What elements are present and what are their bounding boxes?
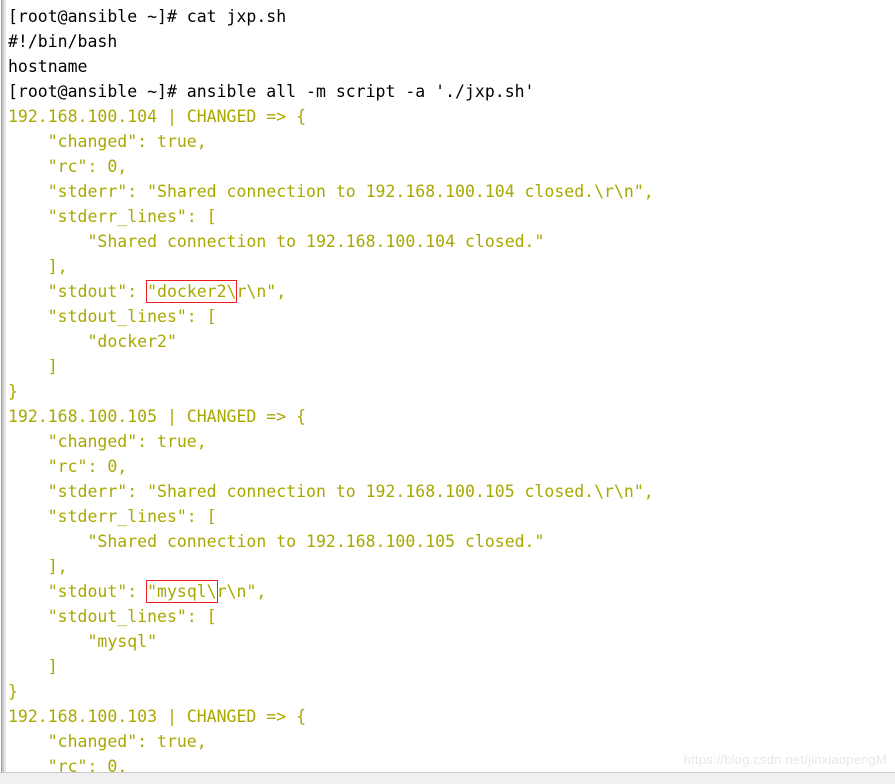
line-text: r\n", [216, 582, 267, 601]
line-text: ] [8, 357, 58, 376]
terminal-line: 192.168.100.104 | CHANGED => { [8, 104, 888, 129]
terminal-line: "stdout_lines": [ [8, 304, 888, 329]
terminal-line: "stderr": "Shared connection to 192.168.… [8, 179, 888, 204]
line-text: "rc": 0, [8, 457, 128, 476]
line-text: "stdout": [8, 582, 148, 601]
horizontal-scrollbar[interactable] [0, 772, 895, 784]
line-text: "stderr": "Shared connection to 192.168.… [8, 182, 654, 201]
terminal-line: "rc": 0, [8, 154, 888, 179]
terminal-line: "Shared connection to 192.168.100.104 cl… [8, 229, 888, 254]
line-text: [root@ansible ~]# ansible all -m script … [8, 82, 535, 101]
line-text: "changed": true, [8, 732, 207, 751]
terminal-line: 192.168.100.103 | CHANGED => { [8, 704, 888, 729]
line-text: "Shared connection to 192.168.100.104 cl… [8, 232, 545, 251]
terminal-line: "rc": 0, [8, 454, 888, 479]
terminal-line: [root@ansible ~]# ansible all -m script … [8, 79, 888, 104]
terminal-line: "stderr_lines": [ [8, 504, 888, 529]
terminal-line: [root@ansible ~]# cat jxp.sh [8, 4, 888, 29]
highlight-box: "mysql\ [146, 580, 218, 603]
terminal-line: } [8, 679, 888, 704]
line-text: "mysql" [8, 632, 158, 651]
terminal-output-area[interactable]: [root@ansible ~]# cat jxp.sh #!/bin/bash h… [8, 4, 888, 784]
terminal-line: ] [8, 654, 888, 679]
terminal-line: } [8, 379, 888, 404]
line-text: "changed": true, [8, 432, 207, 451]
terminal-line: "changed": true, [8, 729, 888, 754]
line-text: [root@ansible ~]# cat jxp.sh [8, 7, 287, 26]
vertical-scrollbar[interactable] [0, 0, 7, 772]
terminal-line: "changed": true, [8, 129, 888, 154]
line-text: 192.168.100.103 | CHANGED => { [8, 707, 307, 726]
terminal-line: "changed": true, [8, 429, 888, 454]
line-text: "rc": 0, [8, 157, 128, 176]
terminal-window: [root@ansible ~]# cat jxp.sh #!/bin/bash h… [0, 0, 895, 784]
terminal-line: "stdout": "docker2\r\n", [8, 279, 888, 304]
line-text: #!/bin/bash [8, 32, 118, 51]
terminal-line: "docker2" [8, 329, 888, 354]
terminal-line: "Shared connection to 192.168.100.105 cl… [8, 529, 888, 554]
terminal-line: hostname [8, 54, 888, 79]
line-text: ], [8, 557, 68, 576]
line-text: "stdout_lines": [ [8, 307, 217, 326]
highlight-box: "docker2\ [146, 280, 238, 303]
line-text: "stdout_lines": [ [8, 607, 217, 626]
line-text: } [8, 382, 18, 401]
terminal-line: "mysql" [8, 629, 888, 654]
terminal-line: "stdout_lines": [ [8, 604, 888, 629]
line-text: "Shared connection to 192.168.100.105 cl… [8, 532, 545, 551]
terminal-line: ], [8, 554, 888, 579]
watermark-text: https://blog.csdn.net/jinxiaopengM [683, 752, 887, 767]
terminal-line: ], [8, 254, 888, 279]
line-text: "stdout": [8, 282, 148, 301]
line-text: "changed": true, [8, 132, 207, 151]
line-text: "stderr": "Shared connection to 192.168.… [8, 482, 654, 501]
terminal-line: 192.168.100.105 | CHANGED => { [8, 404, 888, 429]
terminal-line: "stderr_lines": [ [8, 204, 888, 229]
line-text: hostname [8, 57, 88, 76]
terminal-line: #!/bin/bash [8, 29, 888, 54]
terminal-line: "stdout": "mysql\r\n", [8, 579, 888, 604]
line-text: ], [8, 257, 68, 276]
line-text: "docker2" [8, 332, 177, 351]
line-text: ] [8, 657, 58, 676]
terminal-line: ] [8, 354, 888, 379]
line-text: "stderr_lines": [ [8, 207, 217, 226]
line-text: r\n", [236, 282, 287, 301]
line-text: "stderr_lines": [ [8, 507, 217, 526]
terminal-line: "stderr": "Shared connection to 192.168.… [8, 479, 888, 504]
line-text: } [8, 682, 18, 701]
line-text: 192.168.100.105 | CHANGED => { [8, 407, 307, 426]
line-text: 192.168.100.104 | CHANGED => { [8, 107, 307, 126]
